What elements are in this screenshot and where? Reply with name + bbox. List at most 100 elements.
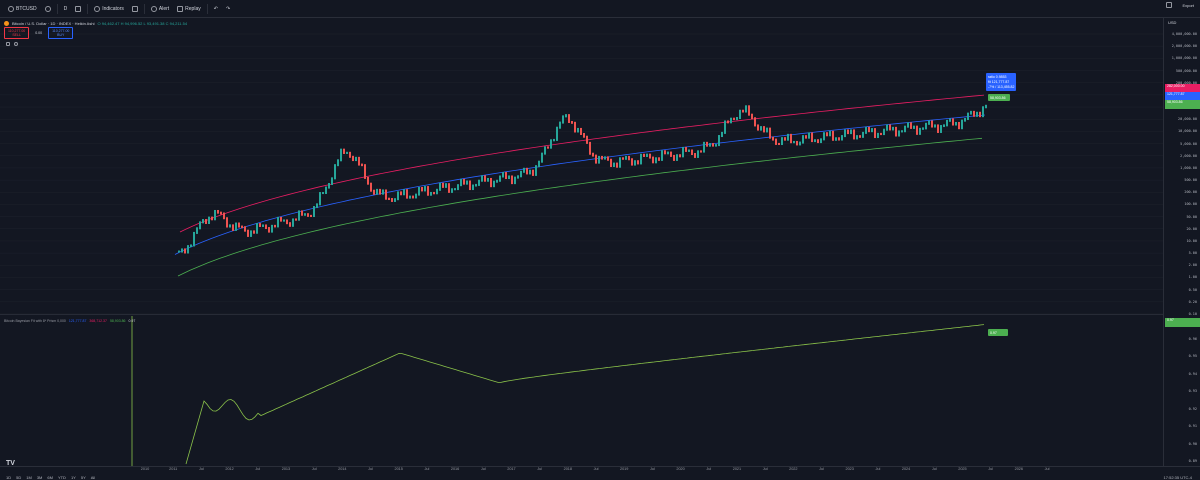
price-candle	[598, 155, 600, 164]
range-5y[interactable]: 5Y	[81, 475, 86, 480]
callout-text: fit 121,777.87	[988, 80, 1009, 84]
undo-button[interactable]: ↶	[210, 2, 222, 16]
price-candle	[511, 175, 513, 185]
price-candle	[568, 114, 570, 124]
price-candle	[922, 127, 924, 130]
interval-button[interactable]: D	[60, 2, 72, 16]
range-1m[interactable]: 1M	[26, 475, 32, 480]
time-tick: 2010	[140, 467, 150, 471]
alert-button[interactable]: Alert	[147, 2, 173, 16]
price-candle	[547, 146, 549, 149]
indicators-button[interactable]: Indicators	[90, 2, 128, 16]
price-candle	[844, 129, 846, 138]
price-candle	[979, 111, 981, 118]
interval-label: D	[63, 5, 68, 12]
range-3m[interactable]: 3M	[37, 475, 43, 480]
price-tick: 5,000.00	[1180, 141, 1197, 146]
price-scale[interactable]: USD 4,000,000.00 2,000,000.00 1,000,000.00…	[1163, 18, 1200, 466]
price-candle	[769, 127, 771, 139]
price-candle	[178, 250, 180, 253]
price-candle	[892, 126, 894, 131]
layout-icon[interactable]	[1166, 2, 1173, 8]
publish-button[interactable]: Export	[1182, 3, 1194, 8]
indicator-pane[interactable]: 0.97 Bitcoin Bayesian Fit with 8* Prism …	[0, 316, 1163, 466]
price-candle	[835, 137, 837, 141]
price-candle	[700, 150, 702, 153]
undo-icon: ↶	[213, 5, 218, 12]
price-candle	[466, 180, 468, 185]
price-candle	[529, 169, 531, 175]
range-5d[interactable]: 5D	[16, 475, 21, 480]
price-candle	[715, 144, 717, 147]
price-candle	[658, 157, 660, 161]
time-tick: 2021	[732, 467, 742, 471]
range-1d[interactable]: 1D	[6, 475, 11, 480]
price-candle	[181, 248, 183, 253]
price-candle	[187, 245, 189, 254]
currency-label[interactable]: USD	[1168, 20, 1176, 25]
price-candle	[418, 187, 420, 196]
indicator-value-green: 58,903.86	[109, 319, 126, 323]
price-candle	[976, 111, 978, 117]
sell-button[interactable]: 110,277.00 SELL	[4, 27, 30, 39]
price-candle	[505, 172, 507, 180]
time-axis[interactable]: TV 2010 2011 Jul 2012 Jul 2013 Jul 2014 Jul 2015 J…	[0, 460, 1200, 480]
main-price-pane[interactable]: ratio 0.9853 fit 121,777.87 -7% / 113,455.…	[0, 18, 1163, 315]
price-candle	[865, 126, 867, 134]
price-candle	[208, 216, 210, 224]
collapse-icon[interactable]	[6, 42, 10, 46]
time-tick: Jul	[649, 467, 655, 471]
time-tick: 2019	[619, 467, 629, 471]
price-candle	[940, 125, 942, 133]
price-candle	[502, 172, 504, 178]
templates-button[interactable]	[128, 2, 142, 16]
time-tick: 2016	[450, 467, 460, 471]
price-candle	[220, 211, 222, 215]
symbol-search[interactable]: BTCUSD	[4, 2, 41, 16]
redo-button[interactable]: ↷	[222, 2, 234, 16]
price-candle	[508, 175, 510, 180]
price-candle	[742, 109, 744, 113]
indicator-tick: 0.92	[1188, 406, 1197, 411]
time-tick: Jul	[198, 467, 204, 471]
range-6m[interactable]: 6M	[47, 475, 53, 480]
price-candle	[937, 124, 939, 133]
price-candle	[703, 141, 705, 153]
price-candle	[949, 118, 951, 122]
price-candle	[514, 176, 516, 185]
price-candle	[886, 124, 888, 131]
time-tick: Jul	[819, 467, 824, 471]
price-candle	[298, 210, 300, 221]
chart-type-button[interactable]	[71, 2, 85, 16]
callout-text: 58,903.86	[990, 96, 1006, 100]
replay-button[interactable]: Replay	[173, 2, 205, 16]
price-candle	[880, 132, 882, 136]
price-candle	[796, 140, 798, 146]
price-candle	[634, 160, 636, 166]
price-tick: 5.00	[1188, 251, 1197, 256]
indicator-name: Bitcoin Bayesian Fit with 8* Prism 0,000	[4, 319, 66, 323]
price-candle	[397, 191, 399, 201]
price-candle	[265, 224, 267, 230]
price-candle	[841, 135, 843, 141]
price-candle	[694, 153, 696, 158]
buy-button[interactable]: 110,277.00 BUY	[48, 27, 74, 39]
add-symbol-button[interactable]	[41, 2, 55, 16]
price-candle	[982, 106, 984, 118]
price-candle	[910, 122, 912, 129]
price-candle	[196, 227, 198, 234]
price-candle	[697, 150, 699, 158]
price-candle	[460, 178, 462, 187]
date-range-bar: 1D 5D 1M 3M 6M YTD 1Y 5Y All	[6, 475, 95, 480]
range-ytd[interactable]: YTD	[58, 475, 66, 480]
range-all[interactable]: All	[91, 475, 95, 480]
price-candle	[307, 213, 309, 217]
price-candle	[319, 192, 321, 206]
price-candle	[859, 135, 861, 138]
eye-icon[interactable]	[14, 42, 18, 46]
price-candle	[907, 122, 909, 128]
time-tick: 2025	[958, 467, 967, 471]
range-1y[interactable]: 1Y	[71, 475, 76, 480]
price-candle	[751, 113, 753, 120]
chart-area[interactable]: ratio 0.9853 fit 121,777.87 -7% / 113,455.…	[0, 18, 1163, 466]
